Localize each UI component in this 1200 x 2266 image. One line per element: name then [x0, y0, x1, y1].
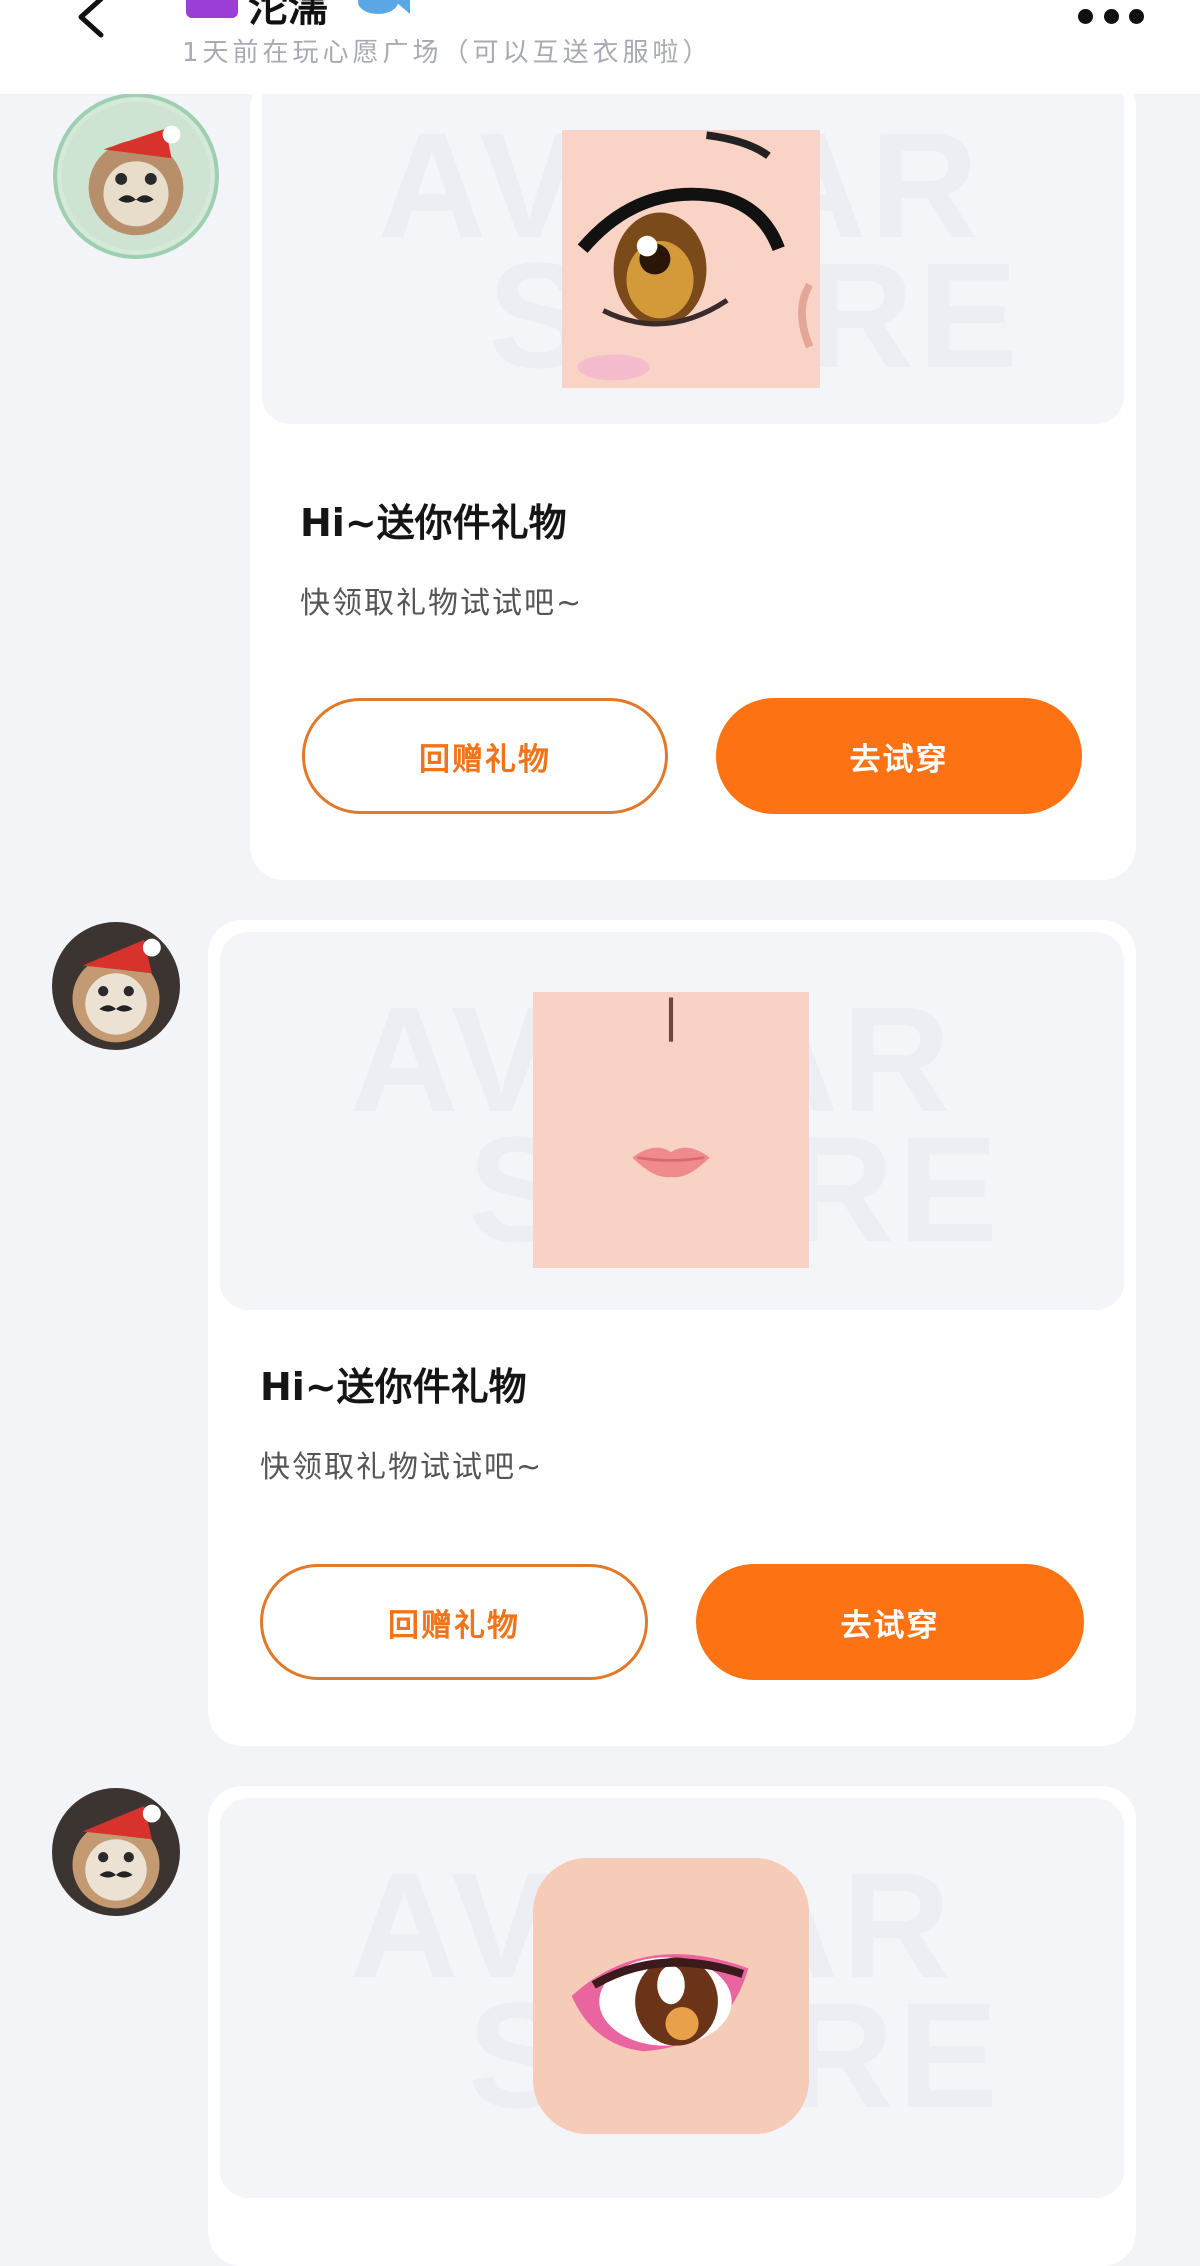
message-title: Hi~送你件礼物 — [260, 1365, 527, 1409]
return-gift-button[interactable]: 回赠礼物 — [302, 698, 668, 814]
eye-makeup-pink-thumbnail — [533, 1858, 809, 2134]
ellipsis-icon — [1078, 8, 1093, 24]
eye-makeup-thumbnail — [562, 130, 820, 388]
return-gift-button[interactable]: 回赠礼物 — [260, 1564, 648, 1680]
gift-message-card: AVATAR STORE Hi~送你件礼物 快领取礼物试试吧~ 回赠礼物 去试穿 — [208, 920, 1136, 1746]
gift-preview[interactable]: AVATAR STORE — [262, 74, 1124, 424]
lips-makeup-thumbnail — [533, 992, 809, 1268]
chat-title: 沱濡 — [248, 0, 328, 31]
chevron-left-icon — [78, 0, 104, 38]
message-description: 快领取礼物试试吧~ — [300, 586, 584, 621]
chat-status: 1天前在玩心愿广场（可以互送衣服啦） — [182, 38, 713, 68]
id-badge-icon: ID — [186, 0, 238, 18]
try-on-button[interactable]: 去试穿 — [716, 698, 1082, 814]
more-options-button[interactable] — [1078, 6, 1144, 26]
chat-header: ID 沱濡 1天前在玩心愿广场（可以互送衣服啦） — [0, 0, 1200, 94]
message-description: 快领取礼物试试吧~ — [260, 1450, 544, 1485]
message-title: Hi~送你件礼物 — [300, 501, 567, 545]
gift-message-card: AVATAR STORE — [208, 1786, 1136, 2266]
cat-avatar-image — [52, 1788, 180, 1916]
sender-avatar[interactable] — [52, 1788, 180, 1916]
gift-preview[interactable]: AVATAR STORE — [220, 932, 1124, 1310]
try-on-button[interactable]: 去试穿 — [696, 1564, 1084, 1680]
fish-icon — [358, 0, 410, 14]
sender-avatar[interactable] — [62, 102, 210, 250]
cat-avatar-image — [52, 922, 180, 1050]
sender-avatar[interactable] — [52, 922, 180, 1050]
cat-avatar-image — [62, 102, 210, 250]
gift-message-card: AVATAR STORE Hi~送你件礼物 快领取礼物试试吧~ 回赠礼物 去试穿 — [250, 74, 1136, 880]
back-button[interactable] — [66, 0, 116, 44]
gift-preview[interactable]: AVATAR STORE — [220, 1798, 1124, 2198]
